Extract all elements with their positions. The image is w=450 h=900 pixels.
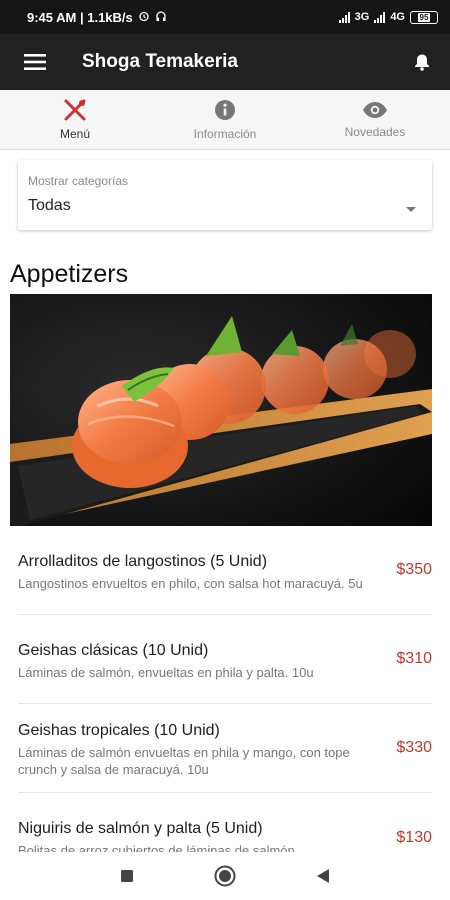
tab-novedades-label: Novedades bbox=[344, 124, 406, 139]
signal-icon bbox=[374, 11, 386, 23]
battery-icon: 95 bbox=[410, 10, 438, 24]
app-bar: Shoga Temakeria bbox=[0, 34, 450, 90]
tab-bar: Menú Información Novedades bbox=[0, 90, 450, 150]
circle-home-icon bbox=[214, 865, 236, 887]
item-price: $130 bbox=[396, 828, 432, 846]
category-select[interactable]: Mostrar categorías Todas bbox=[18, 160, 432, 230]
item-name: Arrolladitos de langostinos (5 Unid) bbox=[18, 552, 268, 570]
fork-knife-icon bbox=[64, 99, 86, 120]
dropdown-arrow-icon bbox=[406, 207, 416, 212]
home-button[interactable] bbox=[211, 862, 239, 890]
app-title: Shoga Temakeria bbox=[82, 51, 238, 72]
tab-novedades[interactable]: Novedades bbox=[300, 90, 450, 149]
status-time: 9:45 AM | 1.1kB/s bbox=[27, 9, 133, 25]
tab-informacion-label: Información bbox=[193, 126, 257, 141]
menu-items-list: Arrolladitos de langostinos (5 Unid) Lan… bbox=[18, 526, 432, 882]
notifications-button[interactable] bbox=[394, 34, 450, 90]
info-icon bbox=[215, 99, 235, 120]
menu-button[interactable] bbox=[0, 34, 70, 90]
square-recents-icon bbox=[121, 870, 133, 882]
item-price: $350 bbox=[396, 561, 432, 578]
triangle-back-icon bbox=[317, 869, 329, 883]
bell-icon bbox=[415, 54, 429, 71]
alarm-icon bbox=[138, 10, 150, 25]
item-description: Láminas de salmón envueltas en phila y m… bbox=[18, 745, 350, 777]
item-price: $330 bbox=[396, 739, 432, 756]
signal-icon bbox=[338, 11, 350, 23]
list-item[interactable]: Geishas tropicales (10 Unid) Láminas de … bbox=[18, 704, 432, 793]
headphones-icon bbox=[155, 10, 167, 25]
hamburger-menu-icon bbox=[24, 54, 46, 70]
category-select-label: Mostrar categorías bbox=[28, 174, 129, 188]
network-label-2: 4G bbox=[390, 11, 405, 23]
item-name: Niguiris de salmón y palta (5 Unid) bbox=[18, 820, 263, 837]
item-description: Langostinos envueltos en philo, con sals… bbox=[18, 575, 363, 591]
eye-icon bbox=[363, 101, 387, 118]
recents-button[interactable] bbox=[113, 862, 141, 890]
list-item[interactable]: Arrolladitos de langostinos (5 Unid) Lan… bbox=[18, 526, 432, 615]
system-nav-bar bbox=[0, 852, 450, 900]
tab-menu[interactable]: Menú bbox=[0, 90, 150, 149]
section-title: Appetizers bbox=[10, 260, 129, 288]
battery-level: 95 bbox=[417, 12, 431, 22]
category-select-value: Todas bbox=[28, 197, 71, 214]
status-bar: 9:45 AM | 1.1kB/s 3G 4G 95 bbox=[0, 0, 450, 34]
item-description: Láminas de salmón, envueltas en phila y … bbox=[18, 664, 314, 680]
appetizers-image bbox=[10, 294, 432, 526]
item-name: Geishas tropicales (10 Unid) bbox=[18, 722, 220, 739]
item-name: Geishas clásicas (10 Unid) bbox=[18, 641, 209, 659]
item-price: $310 bbox=[396, 650, 432, 667]
tab-informacion[interactable]: Información bbox=[150, 90, 300, 149]
network-label-1: 3G bbox=[354, 11, 370, 23]
back-button[interactable] bbox=[309, 862, 337, 890]
tab-menu-label: Menú bbox=[59, 126, 91, 141]
list-item[interactable]: Geishas clásicas (10 Unid) Láminas de sa… bbox=[18, 615, 432, 704]
